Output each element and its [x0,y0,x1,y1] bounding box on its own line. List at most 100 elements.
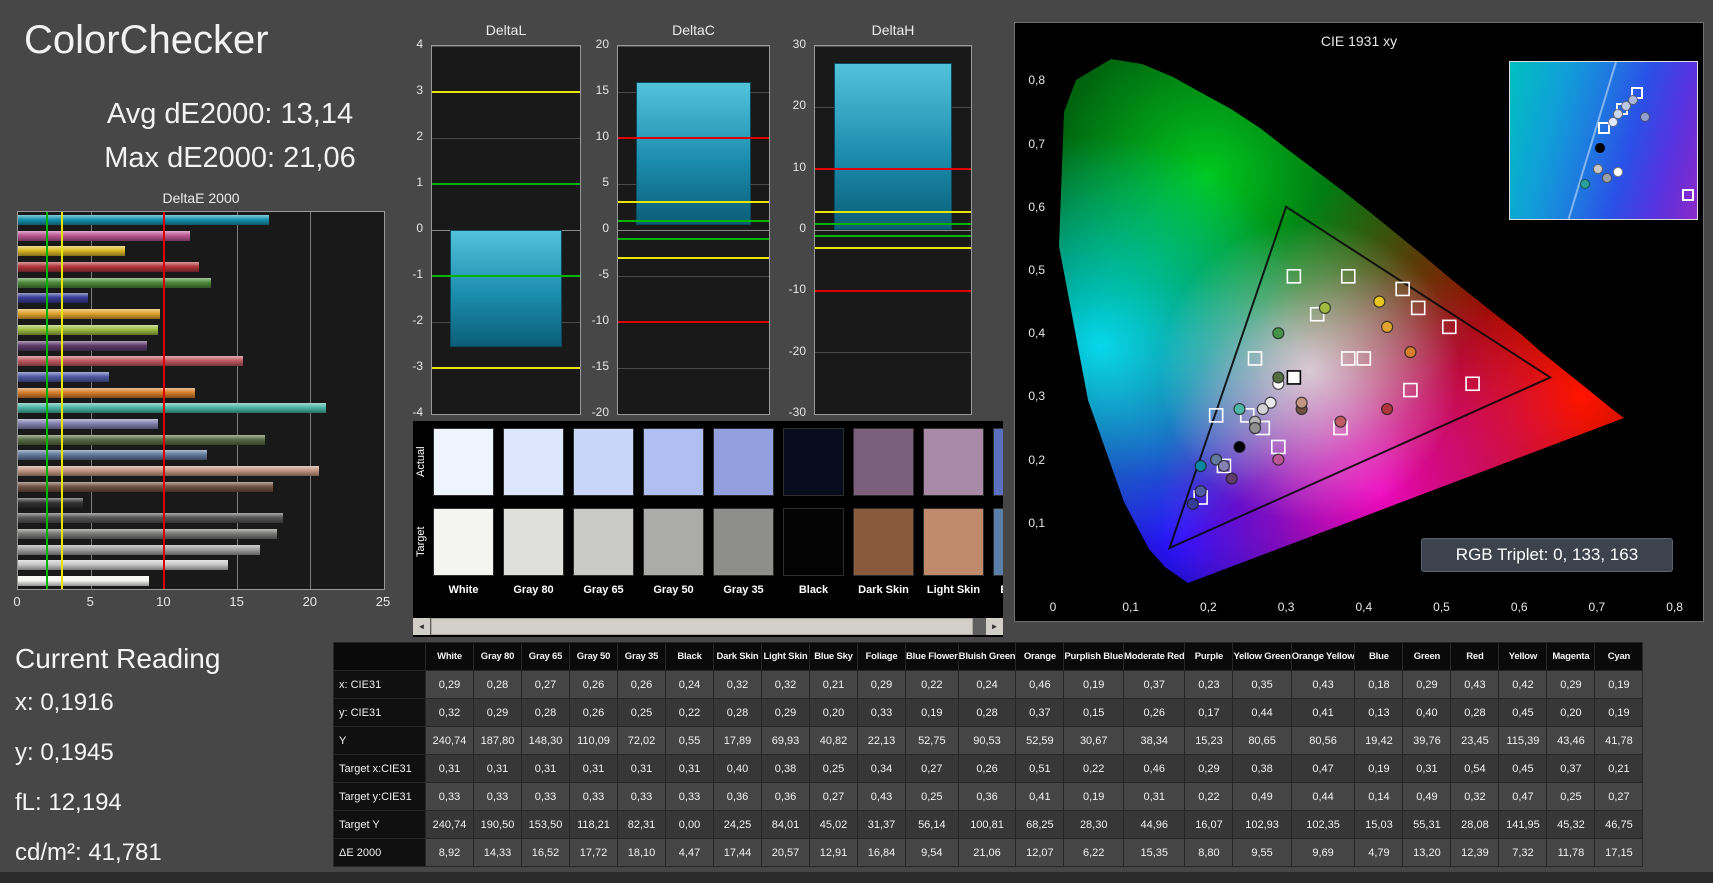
deltae-bar-moderate-red [18,356,243,367]
table-cell-x-cie31-bluish-green: 0,24 [957,670,1017,699]
table-cell-target-x-cie31-white: 0,31 [425,754,474,783]
table-cell-y-dark-skin: 17,89 [713,726,762,755]
table-cell-y-black: 0,55 [665,726,714,755]
target-swatch-black [783,508,844,576]
table-cell--e-2000-yellow: 7,32 [1498,838,1548,867]
table-cell-target-x-cie31-dark-skin: 0,40 [713,754,762,783]
table-cell-target-y-cie31-moderate-red: 0,31 [1123,782,1186,811]
ref-line [163,212,166,589]
axis-tick-label: 10 [156,594,171,609]
measured-marker-yellow-green [1318,301,1332,315]
deltae-bar-blue [18,293,89,304]
inset-target-marker [1681,189,1694,202]
table-cell-y-green: 39,76 [1402,726,1452,755]
measured-marker-magenta [1272,453,1285,466]
table-cell-y-white: 240,74 [425,726,474,755]
ref-line [60,212,63,589]
measured-marker-purple [1225,472,1238,485]
swatch-label-dark-skin: Dark Skin [858,584,909,596]
axis-tick-label: 0,6 [1028,199,1045,214]
deltae-bar-red [18,261,200,272]
column-header-orange: Orange [1015,642,1065,671]
table-row-x-cie31: x: CIE31 0,29 0,28 0,27 0,26 0,26 0,24 0,32 0,32… [333,670,1644,699]
axis-tick-label: 20 [792,98,806,113]
grid-line [815,413,971,414]
swatch-label-blue-sky: Blue Sky [989,584,1003,596]
ref-line [618,238,769,241]
table-row--e-2000: ΔE 2000 8,92 14,33 16,52 17,72 18,10 4,47 17,44… [333,838,1644,867]
column-header-yellow-green: Yellow Green [1232,642,1292,671]
scroll-right-button[interactable]: ► [986,618,1003,635]
app: ColorChecker Avg dE2000: 13,14 Max dE200… [0,0,1713,883]
table-cell-y-moderate-red: 38,34 [1123,726,1186,755]
axis-tick-label: 1 [416,175,423,189]
table-cell-target-y-yellow: 141,95 [1498,810,1548,839]
axis-tick-label: 15 [229,594,244,609]
scroll-left-button[interactable]: ◄ [413,618,430,635]
deltae-chart-title: DeltaE 2000 [162,190,240,206]
ref-line [432,275,580,277]
column-header-gray-80: Gray 80 [473,642,522,671]
table-cell-y-cie31-gray-50: 0,26 [569,698,618,727]
table-cell-y-cie31-black: 0,22 [665,698,714,727]
table-cell-y-cie31-yellow: 0,45 [1498,698,1548,727]
table-cell-target-y-foliage: 31,37 [857,810,906,839]
column-header-green: Green [1402,642,1452,671]
table-row-y-cie31: y: CIE31 0,32 0,29 0,28 0,26 0,25 0,22 0,28 0,29… [333,698,1644,727]
axis-tick-label: 20 [595,37,609,51]
table-cell-target-y-red: 28,08 [1450,810,1500,839]
table-cell-target-y-cie31-blue: 0,14 [1354,782,1404,811]
measured-marker-moderate-red [1334,415,1347,428]
delta-bar [636,81,751,226]
delta-bar [833,63,953,230]
reading-fl: fL: 12,194 [15,789,122,816]
table-cell-target-x-cie31-green: 0,31 [1402,754,1452,783]
table-cell-target-x-cie31-yellow: 0,45 [1498,754,1548,783]
target-row-label: Target [415,526,427,558]
table-cell-target-y-purplish-blue: 28,30 [1063,810,1125,839]
column-header-yellow: Yellow [1498,642,1548,671]
axis-tick-label: -20 [591,405,609,419]
table-cell--e-2000-moderate-red: 15,35 [1123,838,1186,867]
measurement-table: White Gray 80 Gray 65 Gray 50 Gray 35 Black Da… [333,642,1644,867]
row-header-x-cie31: x: CIE31 [333,670,426,699]
axis-tick-label: -10 [788,282,806,297]
table-cell-x-cie31-red: 0,43 [1450,670,1500,699]
deltae-bar-white [18,576,149,587]
table-cell-target-x-cie31-magenta: 0,37 [1546,754,1596,783]
grid-line [432,413,580,414]
table-cell-target-y-black: 0,00 [665,810,714,839]
table-cell--e-2000-blue: 4,79 [1354,838,1404,867]
table-cell-x-cie31-blue-sky: 0,21 [809,670,858,699]
table-cell-target-y-orange: 68,25 [1015,810,1065,839]
table-cell-x-cie31-gray-35: 0,26 [617,670,666,699]
swatch-scrollbar[interactable]: ◄ ► [413,618,1003,635]
axis-tick-label: 0,5 [1028,263,1045,277]
measured-marker-bluish-green [1233,402,1246,416]
axis-tick-label: 10 [595,129,609,143]
table-cell-y-bluish-green: 90,53 [957,726,1017,755]
deltae-bar-orange [18,387,195,398]
table-cell-y-cie31-yellow-green: 0,44 [1232,698,1292,727]
table-cell--e-2000-cyan: 17,15 [1594,838,1644,867]
column-header-dark-skin: Dark Skin [713,642,762,671]
measured-marker-black [1233,440,1246,454]
scroll-thumb[interactable] [431,618,973,635]
measured-marker-orange-yellow [1381,320,1394,333]
axis-tick-label: 0,3 [1277,600,1295,614]
table-cell-target-y-cie31-purplish-blue: 0,19 [1063,782,1125,811]
axis-tick-label: 5 [86,594,94,609]
table-cell-y-magenta: 43,46 [1546,726,1596,755]
deltae-bar-gray-65 [18,544,260,555]
actual-swatch-gray-65 [573,428,634,496]
table-cell-x-cie31-moderate-red: 0,37 [1123,670,1186,699]
ref-line [815,167,971,170]
table-cell-target-x-cie31-cyan: 0,21 [1594,754,1644,783]
row-header--e-2000: ΔE 2000 [333,838,426,867]
table-cell-target-x-cie31-foliage: 0,34 [857,754,906,783]
table-cell-target-y-gray-80: 190,50 [473,810,522,839]
actual-swatch-gray-50 [643,428,704,496]
table-cell-target-y-cie31-gray-65: 0,33 [521,782,570,811]
table-cell--e-2000-white: 8,92 [425,838,474,867]
delta-bar [449,230,563,348]
